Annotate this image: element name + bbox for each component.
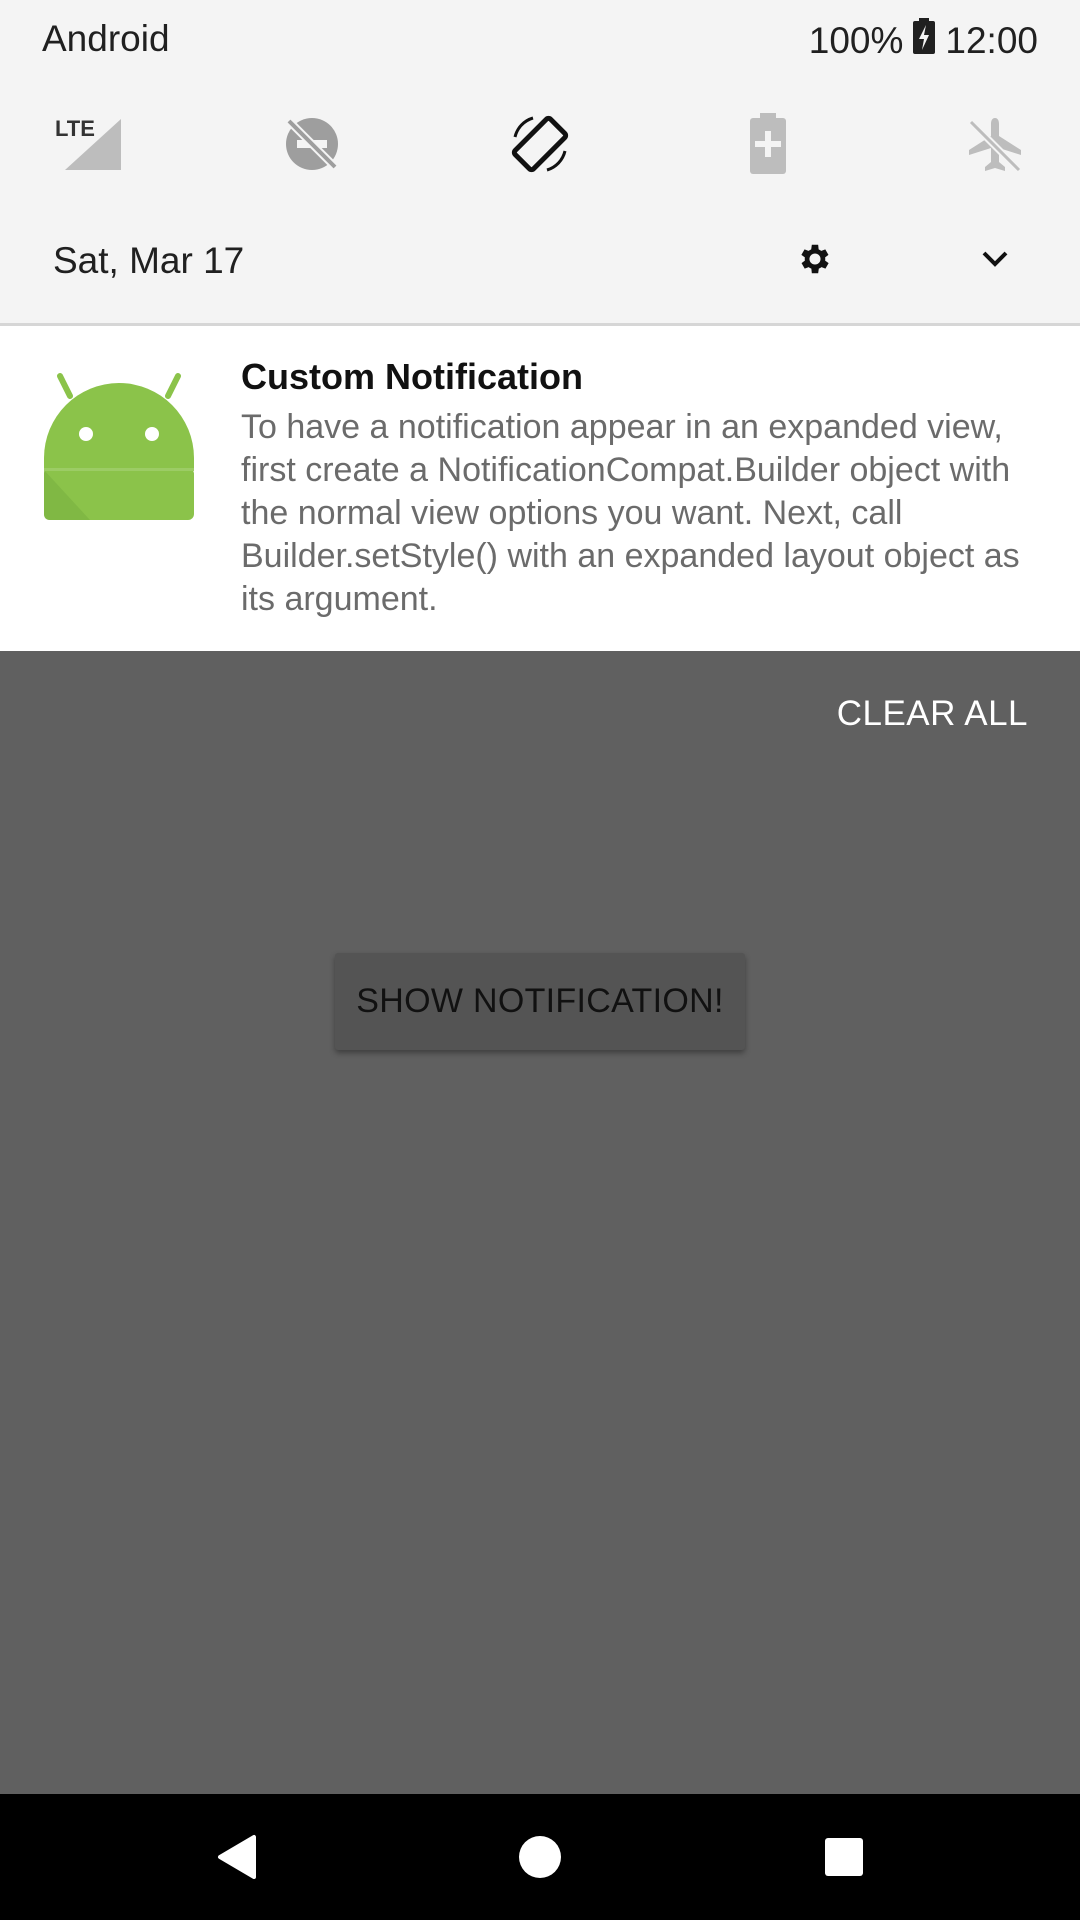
date-label: Sat, Mar 17: [53, 240, 245, 281]
settings-button[interactable]: [790, 234, 840, 284]
notification-title: Custom Notification: [241, 356, 583, 397]
status-indicators: 100% 12:00: [809, 18, 1038, 63]
show-notification-button[interactable]: SHOW NOTIFICATION!: [335, 953, 745, 1050]
android-robot-icon: [40, 362, 200, 522]
navigation-bar: [0, 1794, 1080, 1920]
back-triangle-icon: [218, 1835, 256, 1879]
chevron-down-icon: [982, 251, 1008, 267]
qs-tile-lte[interactable]: LTE: [43, 104, 133, 184]
home-circle-icon: [519, 1836, 561, 1878]
qs-tile-do-not-disturb[interactable]: [267, 104, 357, 184]
do-not-disturb-off-icon: [286, 118, 338, 170]
back-button[interactable]: [196, 1817, 276, 1897]
carrier-label: Android: [42, 18, 170, 59]
clock: 12:00: [945, 19, 1038, 61]
quick-settings-tiles: LTE: [0, 104, 1080, 184]
clear-all-button[interactable]: CLEAR ALL: [837, 694, 1028, 734]
screen: Android 100% 12:00 LTE Sat, Mar 17 Custo…: [0, 0, 1080, 1920]
recents-button[interactable]: [804, 1817, 884, 1897]
qs-tile-battery-saver[interactable]: [723, 104, 813, 184]
battery-percent: 100%: [808, 19, 904, 61]
airplane-mode-off-icon: [968, 118, 1022, 173]
quick-settings-panel: Android 100% 12:00 LTE Sat, Mar 17: [0, 0, 1080, 326]
battery-charging-icon: [913, 18, 936, 63]
gear-icon: [801, 244, 829, 274]
auto-rotate-icon: [511, 115, 569, 173]
qs-tile-auto-rotate[interactable]: [495, 104, 585, 184]
qs-tile-airplane-mode[interactable]: [950, 104, 1040, 184]
lte-label: LTE: [55, 116, 95, 141]
home-button[interactable]: [500, 1817, 580, 1897]
notification-body: To have a notification appear in an expa…: [241, 408, 1020, 618]
expand-button[interactable]: [970, 234, 1020, 284]
battery-saver-icon: [750, 113, 786, 174]
notification-card[interactable]: Custom Notification To have a notificati…: [0, 326, 1080, 651]
date-row: Sat, Mar 17: [0, 228, 1080, 298]
recents-square-icon: [825, 1838, 863, 1876]
lte-signal-icon: LTE: [55, 116, 121, 170]
